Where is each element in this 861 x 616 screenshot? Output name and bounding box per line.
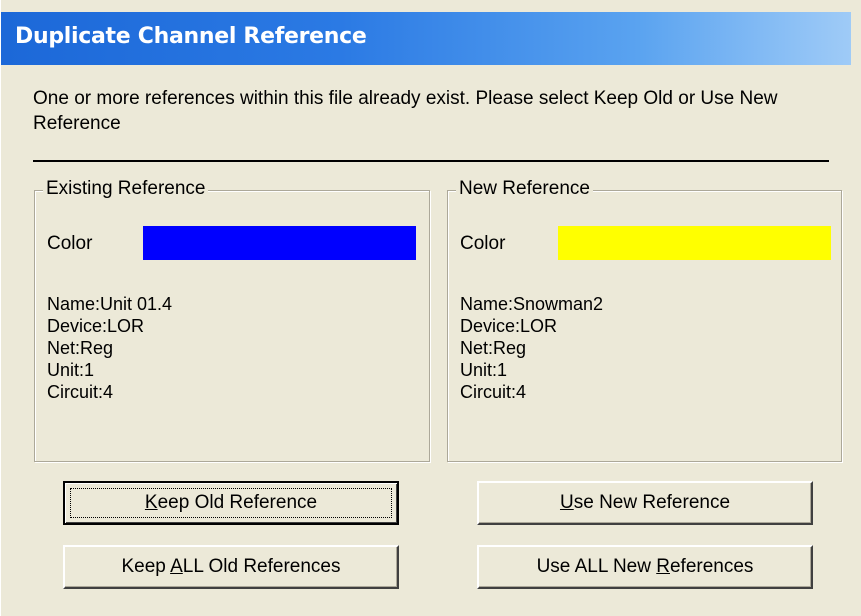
existing-color-label: Color xyxy=(47,233,93,254)
divider xyxy=(33,160,829,162)
existing-net: Net:Reg xyxy=(47,338,114,358)
new-details: Name:Snowman2 Device:LOR Net:Reg Unit:1 … xyxy=(460,293,603,403)
keep-old-reference-button[interactable]: Keep Old Reference xyxy=(63,481,399,525)
new-circuit: Circuit:4 xyxy=(460,382,527,402)
use-all-new-references-label: Use ALL New References xyxy=(536,556,754,577)
existing-reference-group: Existing Reference Color Name:Unit 01.4 … xyxy=(34,177,430,462)
new-net: Net:Reg xyxy=(460,338,527,358)
dialog-window: Duplicate Channel Reference One or more … xyxy=(0,0,861,616)
use-new-reference-label: Use New Reference xyxy=(559,492,731,513)
existing-unit: Unit:1 xyxy=(47,360,95,380)
existing-device: Device:LOR xyxy=(47,316,145,336)
new-reference-group: New Reference Color Name:Snowman2 Device… xyxy=(447,177,842,462)
new-reference-legend: New Reference xyxy=(456,177,593,201)
existing-details: Name:Unit 01.4 Device:LOR Net:Reg Unit:1… xyxy=(47,293,172,403)
keep-all-old-references-button[interactable]: Keep ALL Old References xyxy=(63,545,399,589)
new-unit: Unit:1 xyxy=(460,360,508,380)
title-bar[interactable]: Duplicate Channel Reference xyxy=(1,12,851,65)
new-name: Name:Snowman2 xyxy=(460,294,604,314)
message-text: One or more references within this file … xyxy=(33,88,778,134)
existing-name: Name:Unit 01.4 xyxy=(47,294,173,314)
new-color-swatch xyxy=(558,226,831,260)
new-device: Device:LOR xyxy=(460,316,558,336)
dialog-title: Duplicate Channel Reference xyxy=(15,24,367,49)
use-all-new-references-button[interactable]: Use ALL New References xyxy=(477,545,813,589)
use-new-reference-button[interactable]: Use New Reference xyxy=(477,481,813,525)
existing-color-swatch xyxy=(143,226,416,260)
keep-all-old-references-label: Keep ALL Old References xyxy=(121,556,341,577)
keep-old-reference-label: Keep Old Reference xyxy=(144,492,318,513)
existing-circuit: Circuit:4 xyxy=(47,382,114,402)
new-color-label: Color xyxy=(460,233,506,254)
existing-reference-legend: Existing Reference xyxy=(43,177,209,201)
